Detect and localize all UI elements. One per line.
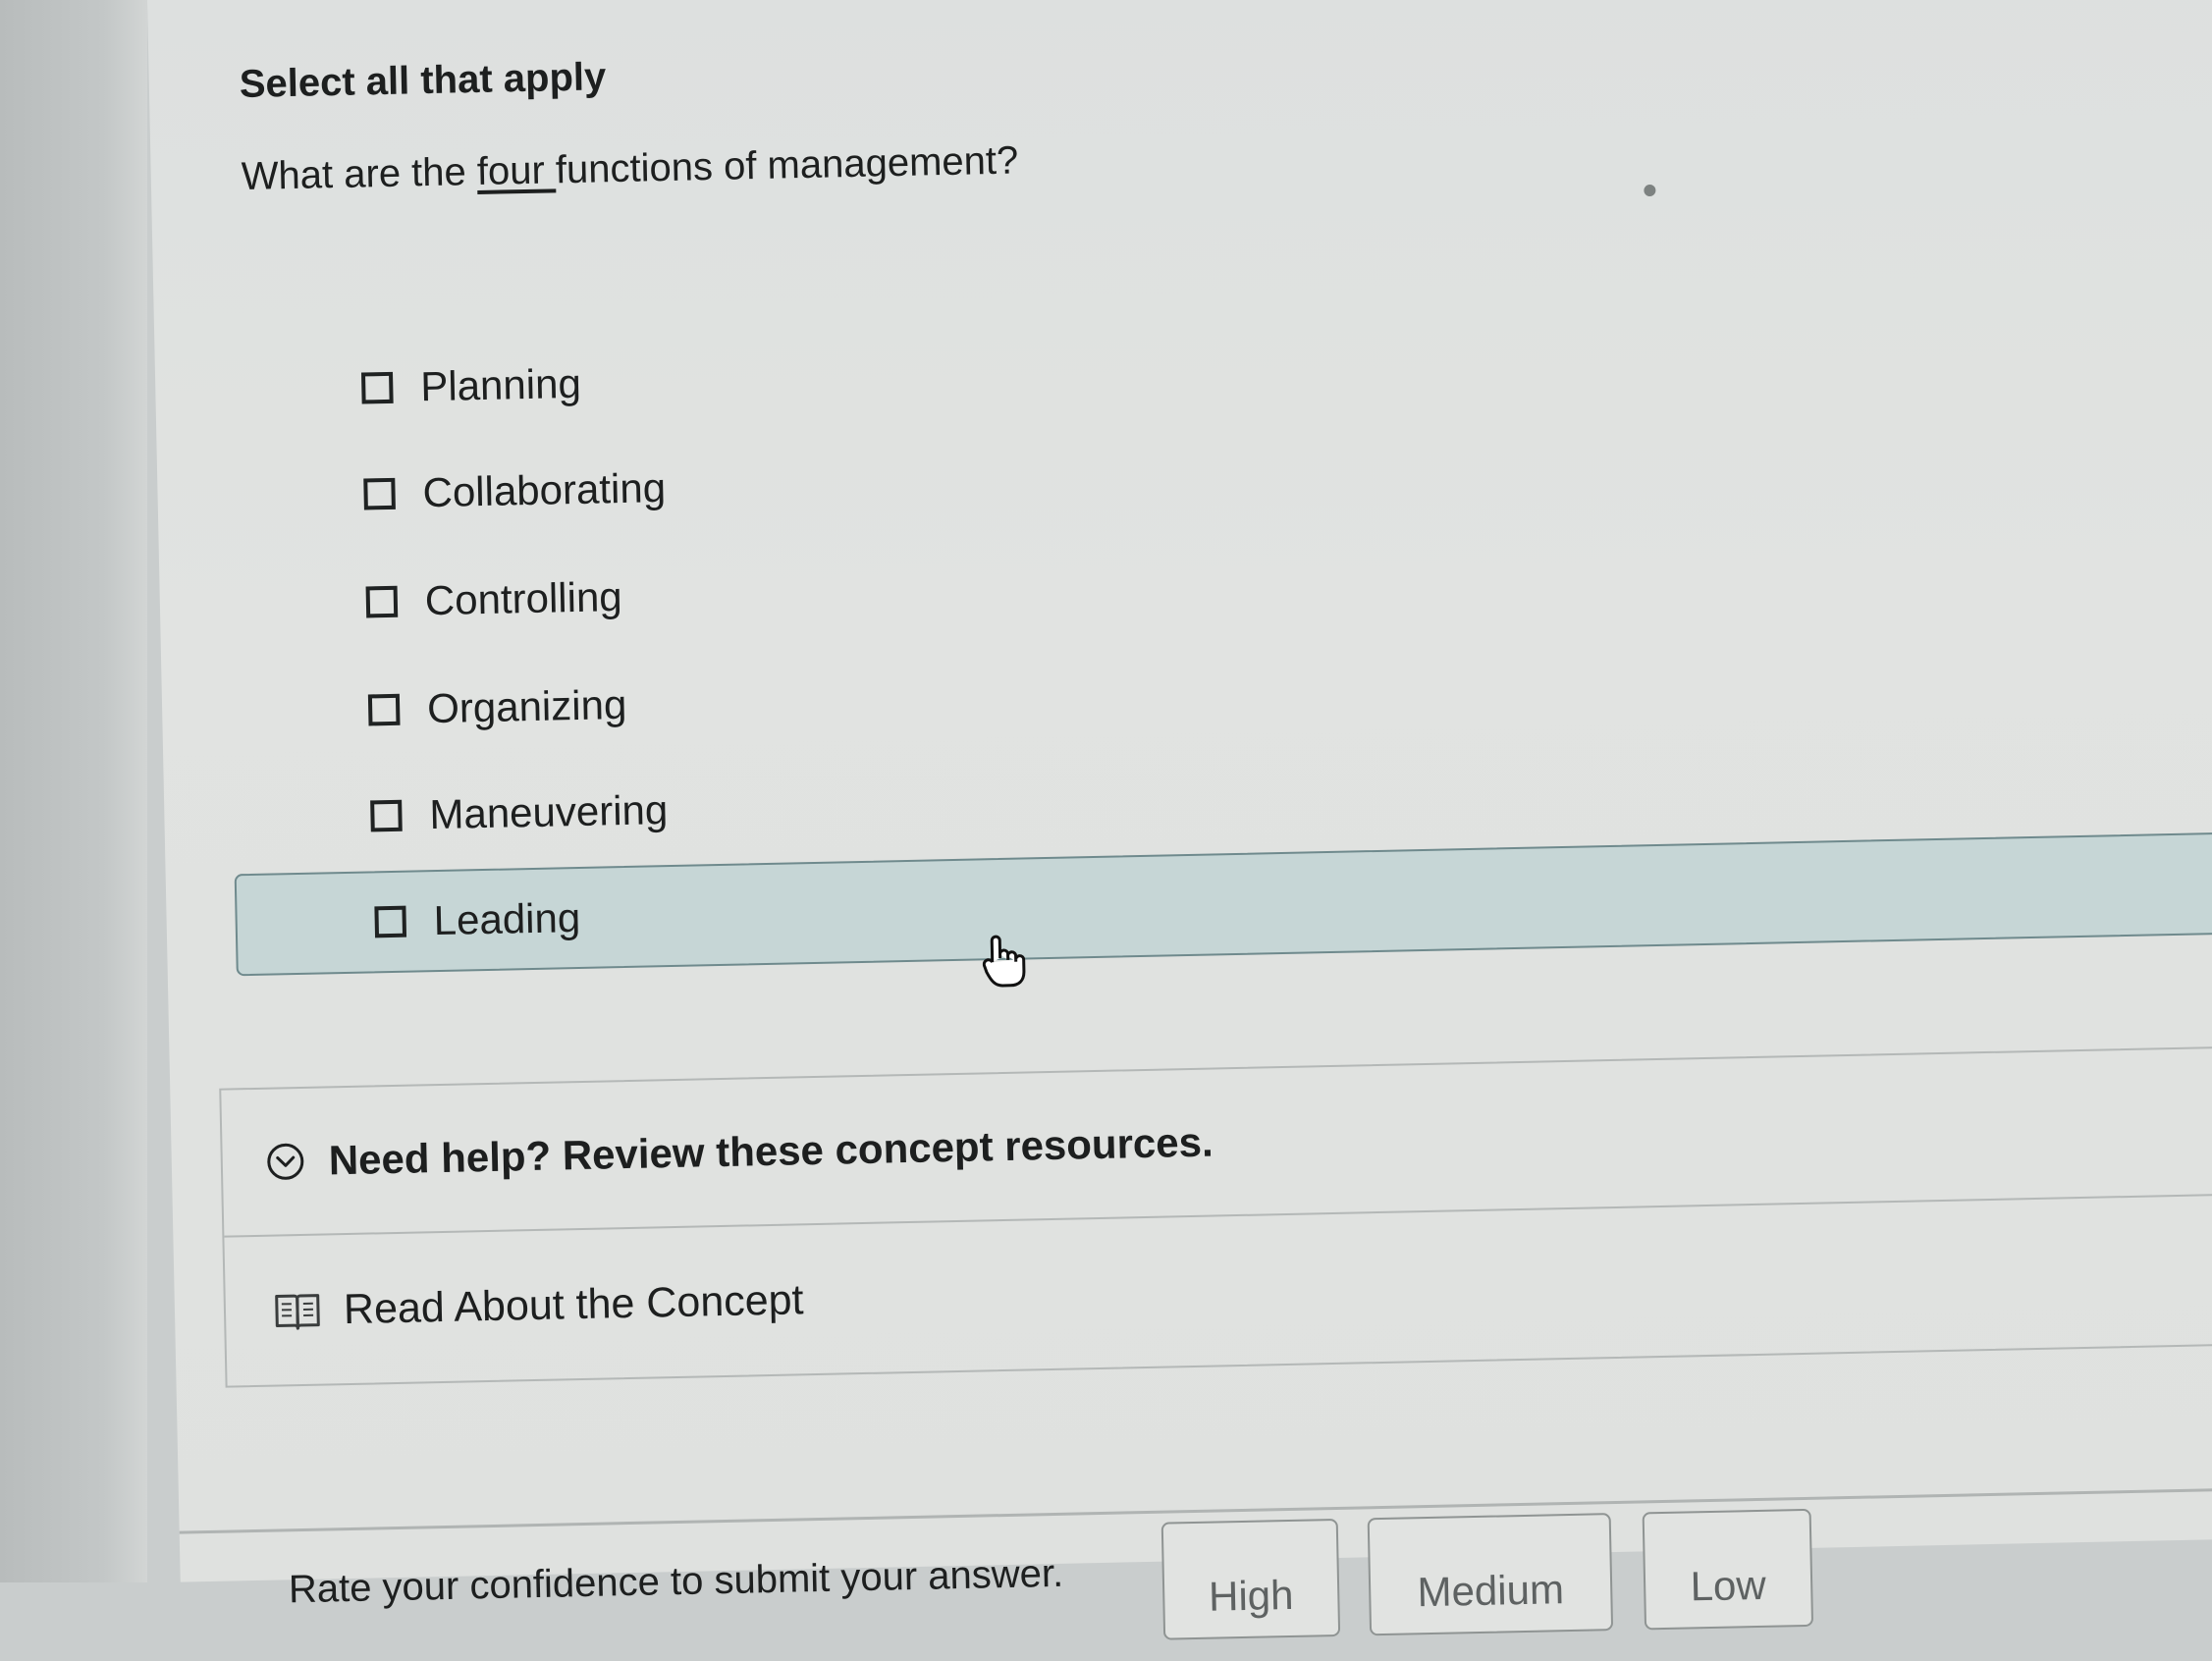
help-panel: Need help? Review these concept resource… [219,1045,2212,1388]
option-collaborating[interactable]: Collaborating [363,449,667,533]
confidence-low-button[interactable]: Low [1643,1509,1813,1631]
question-prompt: What are the four functions of managemen… [241,138,1018,199]
option-planning[interactable]: Planning [360,345,581,428]
help-title: Need help? Review these concept resource… [328,1119,1214,1185]
checkbox[interactable] [363,478,396,510]
question-instruction: Select all that apply [239,55,606,107]
checkbox[interactable] [374,906,406,938]
screen-left-edge [0,0,147,1582]
option-organizing[interactable]: Organizing [367,666,627,749]
option-label: Leading [433,894,580,944]
option-label: Organizing [427,681,627,732]
resource-label: Read About the Concept [343,1276,804,1334]
confidence-medium-button[interactable]: Medium [1368,1513,1613,1635]
option-label: Controlling [424,573,622,624]
option-leading[interactable]: Leading [235,830,2212,976]
answer-options: Planning Collaborating Controlling Organ… [154,291,2212,334]
option-controlling[interactable]: Controlling [365,558,622,641]
checkbox[interactable] [361,372,394,404]
confidence-high-button[interactable]: High [1161,1519,1340,1640]
hand-pointer-icon [982,932,1026,988]
question-emphasis: four [476,148,556,193]
book-icon [275,1291,321,1331]
option-label: Collaborating [422,464,666,516]
question-page: Select all that apply What are the four … [147,0,2212,1582]
screen-speck [1644,185,1655,196]
question-text-start: What are the [241,150,477,198]
checkbox[interactable] [370,800,403,832]
question-text-end: functions of management? [555,138,1018,191]
chevron-down-circle-icon [265,1142,305,1182]
checkbox[interactable] [368,694,401,726]
option-label: Planning [420,360,581,410]
option-maneuvering[interactable]: Maneuvering [370,771,669,855]
checkbox[interactable] [366,586,399,618]
option-label: Maneuvering [429,786,669,838]
